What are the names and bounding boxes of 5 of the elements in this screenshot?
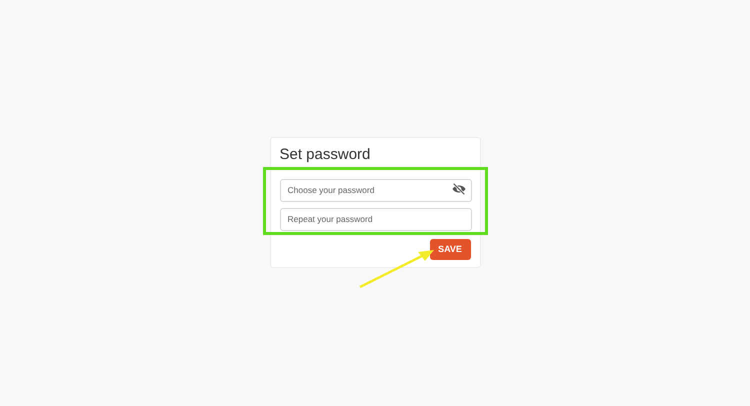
- save-button[interactable]: SAVE: [430, 239, 470, 260]
- input-field[interactable]: Repeat your password: [280, 208, 472, 230]
- card-title: Set password: [280, 146, 372, 164]
- eye-slash-icon[interactable]: [452, 182, 466, 194]
- input-field[interactable]: Choose your password: [280, 178, 472, 202]
